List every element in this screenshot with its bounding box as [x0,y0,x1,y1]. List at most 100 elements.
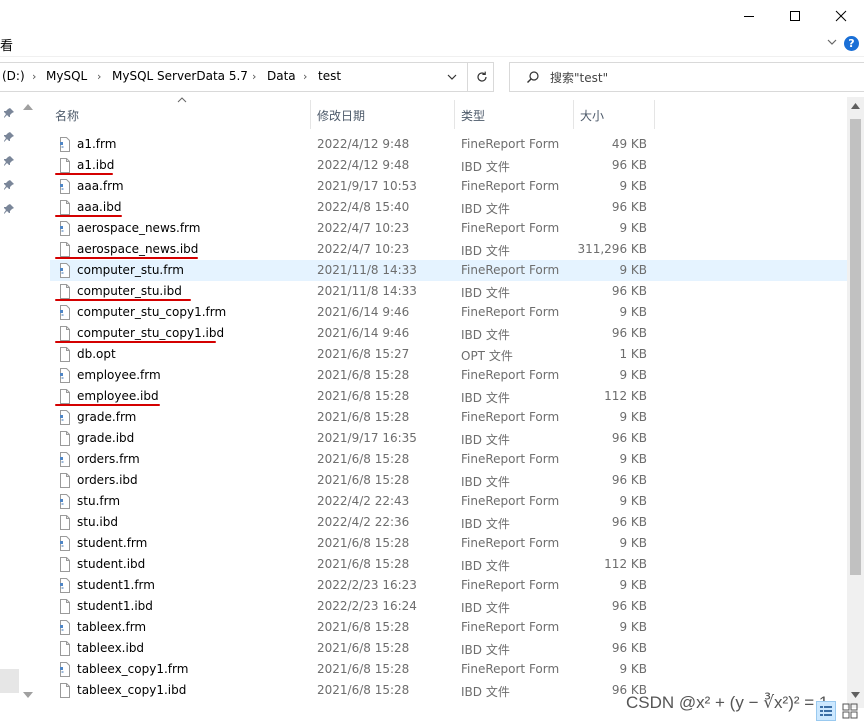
ribbon-tab-view[interactable]: 看 [0,35,13,54]
frm-file-icon [59,263,71,278]
help-button[interactable]: ? [844,36,859,51]
details-view-icon[interactable] [816,701,836,721]
file-row[interactable]: tableex.ibd 2021/6/8 15:28 IBD 文件 96 KB [50,638,847,659]
search-box[interactable]: 搜索"test" [509,62,864,92]
scrollbar-thumb[interactable] [850,119,861,575]
file-row[interactable]: computer_stu.frm 2021/11/8 14:33 FineRepor… [50,260,847,281]
frm-file-icon [59,662,71,677]
scroll-up-arrow-icon[interactable] [22,103,34,111]
nav-pane-selected-item[interactable] [0,669,19,693]
file-row[interactable]: aaa.ibd 2022/4/8 15:40 IBD 文件 96 KB [50,197,847,218]
file-name: computer_stu.frm [77,263,184,277]
file-row[interactable]: stu.frm 2022/4/2 22:43 FineReport Form 9 KB [50,491,847,512]
breadcrumb-mysql[interactable]: MySQL [46,69,87,83]
scroll-down-arrow-icon[interactable] [22,691,34,699]
file-row[interactable]: computer_stu_copy1.frm 2021/6/14 9:46 Fine… [50,302,847,323]
breadcrumb-drive[interactable]: (D:) [2,69,25,83]
file-date: 2021/6/8 15:28 [317,557,410,571]
file-row[interactable]: tableex_copy1.frm 2021/6/8 15:28 FineRepor… [50,659,847,680]
file-type: FineReport Form [461,578,560,592]
breadcrumb-data[interactable]: Data [267,69,296,83]
file-row[interactable]: student.ibd 2021/6/8 15:28 IBD 文件 112 KB [50,554,847,575]
breadcrumb-mysql-server-data[interactable]: MySQL ServerData 5.7 [112,69,248,83]
file-row[interactable]: stu.ibd 2022/4/2 22:36 IBD 文件 96 KB [50,512,847,533]
file-row[interactable]: orders.ibd 2021/6/8 15:28 IBD 文件 96 KB [50,470,847,491]
file-name: student1.ibd [77,599,153,613]
pin-icon[interactable] [3,179,15,191]
file-type: OPT 文件 [461,349,513,363]
minimize-button[interactable] [726,0,772,32]
column-name[interactable]: 名称 [55,107,79,124]
address-row: (D:) › MySQL › MySQL ServerData 5.7 › Da… [0,57,864,97]
file-type: FineReport Form [461,263,560,277]
column-divider[interactable] [454,100,455,129]
address-history-button[interactable] [437,63,466,91]
file-row[interactable]: aerospace_news.ibd 2022/4/7 10:23 IBD 文件 31… [50,239,847,260]
ribbon-expand-button[interactable] [826,36,838,51]
file-size: 1 KB [619,347,647,361]
file-type: IBD 文件 [461,643,510,657]
breadcrumb-separator-icon[interactable]: › [32,70,36,83]
nav-pane-scrollbar[interactable] [19,97,37,708]
file-icon [59,326,71,341]
file-row[interactable]: a1.frm 2022/4/12 9:48 FineReport Form 49 KB [50,134,847,155]
file-name: student.ibd [77,557,146,571]
file-type: FineReport Form [461,179,560,193]
large-icons-view-icon[interactable] [840,701,860,721]
refresh-button[interactable] [467,63,495,91]
file-row[interactable]: aerospace_news.frm 2022/4/7 10:23 FineRepo… [50,218,847,239]
close-button[interactable] [818,0,864,32]
file-type: IBD 文件 [461,160,510,174]
file-type: FineReport Form [461,305,560,319]
file-date: 2021/6/8 15:28 [317,662,410,676]
pin-icon[interactable] [3,107,15,119]
file-size: 311,296 KB [577,242,647,256]
pin-icon[interactable] [3,203,15,215]
file-name: employee.frm [77,368,161,382]
file-row[interactable]: computer_stu.ibd 2021/11/8 14:33 IBD 文件 96 … [50,281,847,302]
address-bar[interactable]: (D:) › MySQL › MySQL ServerData 5.7 › Da… [0,62,494,92]
file-row[interactable]: grade.ibd 2021/9/17 16:35 IBD 文件 96 KB [50,428,847,449]
file-row[interactable]: student.frm 2021/6/8 15:28 FineReport Form… [50,533,847,554]
file-date: 2022/4/7 10:23 [317,221,410,235]
column-divider[interactable] [310,100,311,129]
scroll-up-arrow-icon[interactable] [850,102,861,110]
pin-icon[interactable] [3,131,15,143]
refresh-icon [476,71,487,82]
column-divider[interactable] [573,100,574,129]
file-name: aerospace_news.frm [77,221,201,235]
frm-file-icon [59,137,71,152]
breadcrumb-separator-icon[interactable]: › [252,70,256,83]
file-row[interactable]: grade.frm 2021/6/8 15:28 FineReport Form 9 … [50,407,847,428]
file-row[interactable]: employee.frm 2021/6/8 15:28 FineReport For… [50,365,847,386]
maximize-button[interactable] [772,0,818,32]
file-row[interactable]: student1.frm 2022/2/23 16:23 FineReport Fo… [50,575,847,596]
file-name: tableex.frm [77,620,147,634]
file-type: IBD 文件 [461,559,510,573]
file-type: IBD 文件 [461,286,510,300]
file-list-scrollbar[interactable] [847,97,864,708]
file-row[interactable]: a1.ibd 2022/4/12 9:48 IBD 文件 96 KB [50,155,847,176]
file-row[interactable]: db.opt 2021/6/8 15:27 OPT 文件 1 KB [50,344,847,365]
breadcrumb-test[interactable]: test [318,69,341,83]
file-size: 96 KB [611,515,647,529]
file-name: db.opt [77,347,116,361]
column-date[interactable]: 修改日期 [317,107,365,124]
column-size[interactable]: 大小 [580,107,604,124]
file-icon [59,389,71,404]
file-row[interactable]: student1.ibd 2022/2/23 16:24 IBD 文件 96 KB [50,596,847,617]
column-divider[interactable] [654,100,655,129]
file-size: 9 KB [619,578,647,592]
file-row[interactable]: aaa.frm 2021/9/17 10:53 FineReport Form 9 K… [50,176,847,197]
breadcrumb-separator-icon[interactable]: › [97,70,101,83]
breadcrumb-separator-icon[interactable]: › [303,70,307,83]
file-row[interactable]: tableex.frm 2021/6/8 15:28 FineReport Form… [50,617,847,638]
column-type[interactable]: 类型 [461,107,485,124]
file-row[interactable]: orders.frm 2021/6/8 15:28 FineReport Form 9… [50,449,847,470]
file-row[interactable]: employee.ibd 2021/6/8 15:28 IBD 文件 112 KB [50,386,847,407]
pin-icon[interactable] [3,155,15,167]
file-date: 2021/11/8 14:33 [317,263,417,277]
file-date: 2021/11/8 14:33 [317,284,417,298]
file-row[interactable]: computer_stu_copy1.ibd 2021/6/14 9:46 IBD … [50,323,847,344]
scroll-down-arrow-icon[interactable] [850,691,861,699]
